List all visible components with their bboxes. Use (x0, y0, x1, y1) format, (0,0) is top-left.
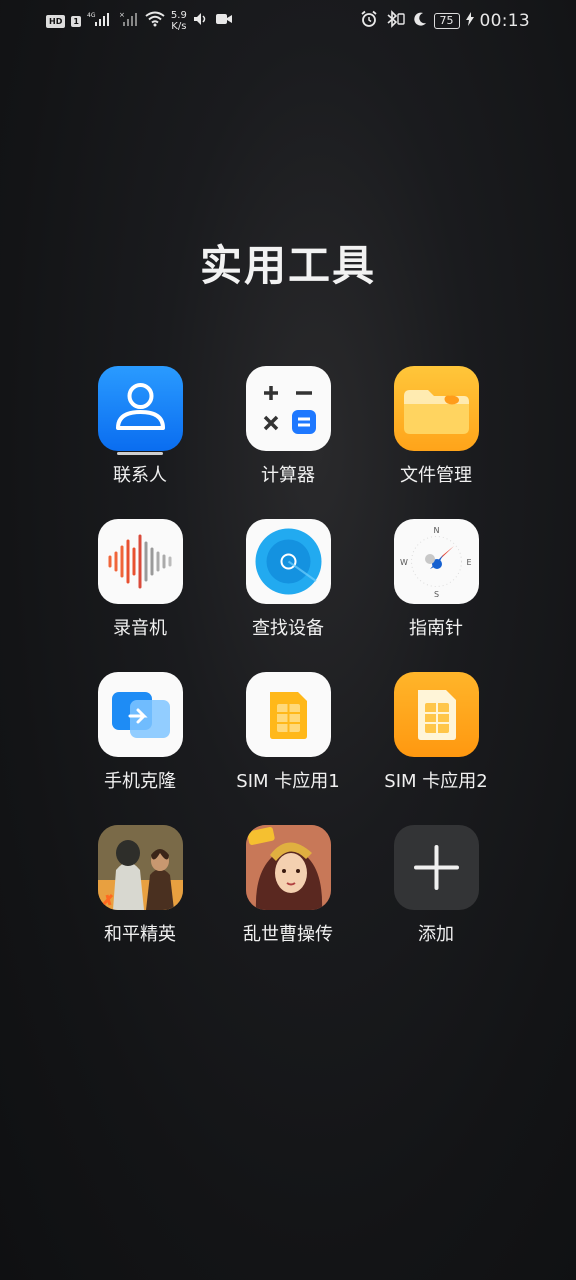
app-label: 查找设备 (252, 618, 324, 639)
video-record-icon (215, 12, 233, 30)
svg-text:S: S (433, 590, 438, 599)
wifi-icon (145, 11, 165, 31)
app-cao-cao[interactable]: 乱世曹操传 (214, 825, 362, 946)
app-contacts[interactable]: 联系人 (66, 366, 214, 487)
net-speed-unit: K/s (171, 21, 187, 32)
cellular-signal-2-icon: × (119, 11, 139, 31)
app-label: 手机克隆 (104, 771, 176, 792)
svg-text:W: W (400, 558, 408, 567)
status-right: 75 00:13 (360, 10, 531, 32)
add-icon (393, 825, 479, 910)
sim2-icon (393, 672, 479, 757)
alarm-icon (360, 10, 378, 32)
bluetooth-vibrate-icon (384, 10, 406, 32)
app-find-device[interactable]: 查找设备 (214, 519, 362, 640)
do-not-disturb-moon-icon (412, 11, 428, 31)
contacts-icon (97, 366, 183, 451)
volume-icon (193, 12, 209, 30)
svg-text:N: N (433, 526, 439, 535)
app-phone-clone[interactable]: 手机克隆 (66, 672, 214, 793)
charging-icon (465, 12, 474, 30)
find-device-icon (245, 519, 331, 604)
cellular-signal-icon: 4G (87, 11, 113, 31)
status-bar: HD 1 4G × 5.9 K/s 75 00:13 (0, 0, 576, 42)
calculator-icon (245, 366, 331, 451)
svg-text:×: × (119, 11, 125, 19)
app-label: 乱世曹操传 (243, 924, 333, 945)
clock: 00:13 (479, 11, 530, 31)
sim1-icon (245, 672, 331, 757)
app-label: 联系人 (113, 465, 167, 486)
folder-title[interactable]: 实用工具 (0, 232, 576, 293)
files-icon (393, 366, 479, 451)
net-speed-value: 5.9 (170, 10, 187, 21)
app-compass[interactable]: N S W E 指南针 (362, 519, 510, 640)
battery-indicator: 75 (433, 13, 460, 29)
add-app-button[interactable]: 添加 (362, 825, 510, 946)
game-peace-elite-icon (97, 825, 183, 910)
hd-badge: HD (46, 14, 66, 28)
recorder-icon (97, 519, 183, 604)
app-recorder[interactable]: 录音机 (66, 519, 214, 640)
app-label: 添加 (418, 924, 454, 945)
net-speed: 5.9 K/s (171, 10, 187, 32)
app-sim1[interactable]: SIM 卡应用1 (214, 672, 362, 793)
game-cao-cao-icon (245, 825, 331, 910)
app-grid: 联系人 计算器 文件管理 录音机 查找设备 N S W E 指南针 手机克隆 S… (66, 366, 510, 946)
app-files[interactable]: 文件管理 (362, 366, 510, 487)
app-label: 文件管理 (400, 465, 472, 486)
app-label: 录音机 (113, 618, 167, 639)
app-peace-elite[interactable]: 和平精英 (66, 825, 214, 946)
recent-app-indicator (117, 452, 163, 455)
app-label: 计算器 (261, 465, 315, 486)
app-calculator[interactable]: 计算器 (214, 366, 362, 487)
status-left: HD 1 4G × 5.9 K/s (46, 10, 233, 32)
compass-icon: N S W E (393, 519, 479, 604)
network-type: 4G (87, 12, 96, 19)
app-label: SIM 卡应用1 (236, 771, 340, 792)
svg-text:E: E (466, 558, 471, 567)
app-sim2[interactable]: SIM 卡应用2 (362, 672, 510, 793)
app-label: 指南针 (409, 618, 463, 639)
app-label: SIM 卡应用2 (384, 771, 488, 792)
sim-badge: 1 (71, 15, 81, 27)
phone-clone-icon (97, 672, 183, 757)
app-label: 和平精英 (104, 924, 176, 945)
